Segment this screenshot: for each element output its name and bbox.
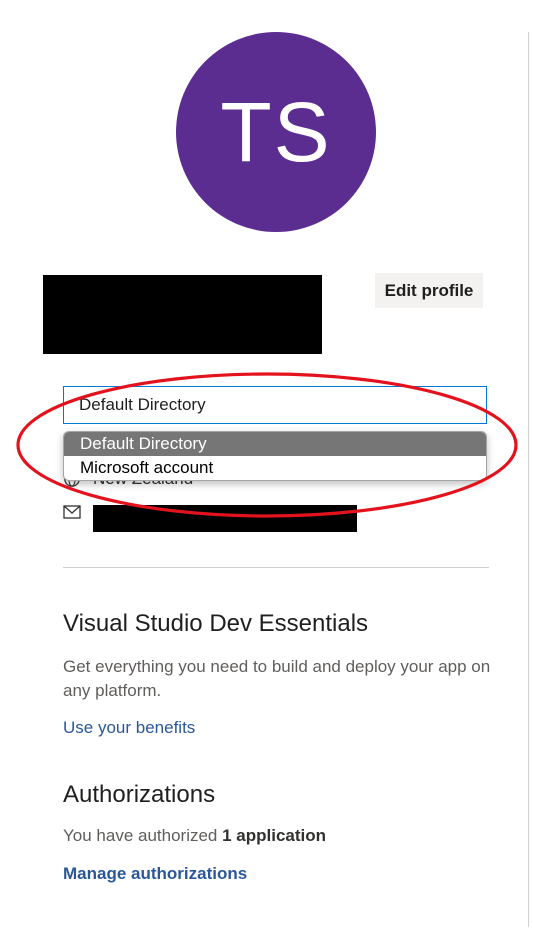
section-divider <box>63 567 489 568</box>
authorizations-title: Authorizations <box>63 781 216 808</box>
directory-option-microsoft-account[interactable]: Microsoft account <box>64 456 486 480</box>
redacted-name-block <box>43 275 322 354</box>
avatar-initials: TS <box>220 84 332 179</box>
profile-page: TS Edit profile Default Directory ⌄ New … <box>0 0 533 932</box>
authorization-summary: You have authorized 1 application <box>63 826 326 846</box>
dev-essentials-description: Get everything you need to build and dep… <box>63 657 491 700</box>
mail-icon <box>63 505 81 519</box>
dev-essentials-title: Visual Studio Dev Essentials <box>63 610 369 637</box>
manage-authorizations-link[interactable]: Manage authorizations <box>63 864 247 884</box>
authorization-count: 1 application <box>222 826 327 845</box>
chevron-down-icon: ⌄ <box>473 401 482 412</box>
authorization-prefix: You have authorized <box>63 826 218 845</box>
directory-select-value: Default Directory <box>79 395 206 414</box>
avatar: TS <box>176 32 376 232</box>
email-row <box>63 505 81 519</box>
redacted-email-block <box>93 505 357 532</box>
directory-select[interactable]: Default Directory ⌄ <box>63 386 487 424</box>
use-benefits-link[interactable]: Use your benefits <box>63 718 195 738</box>
panel-border <box>528 32 529 927</box>
directory-option-default[interactable]: Default Directory <box>64 432 486 456</box>
directory-dropdown-list[interactable]: Default Directory Microsoft account <box>63 431 487 481</box>
edit-profile-button[interactable]: Edit profile <box>375 273 483 308</box>
